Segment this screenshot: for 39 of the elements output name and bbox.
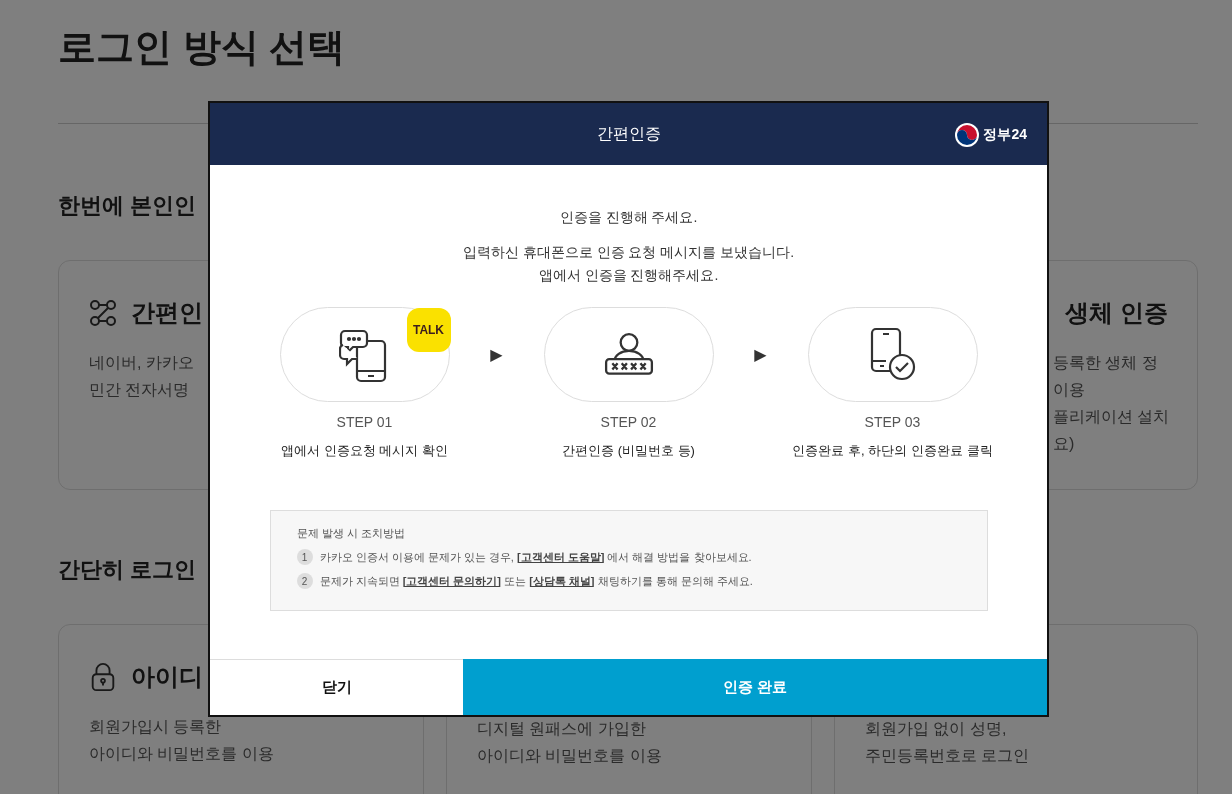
section-heading: 간단히 로그인 [58,556,197,584]
step-label: STEP 03 [864,414,921,430]
step-description: 인증완료 후, 하단의 인증완료 클릭 [792,442,993,460]
section-heading: 한번에 본인인 [58,192,197,220]
card-description: 회원가입시 등록한 [89,717,223,737]
card-description: 플리케이션 설치 [1053,407,1167,427]
instruction-text: 인증을 진행해 주세요. [559,209,698,227]
help-title: 문제 발생 시 조치방법 [296,526,406,541]
help-text: 문제가 지속되면 [319,573,401,589]
help-text: 또는 [503,573,528,589]
step-description: 간편인증 (비밀번호 등) [562,442,695,460]
step-number: 1 [296,549,313,565]
card-description: 디지털 원패스에 가입한 [477,719,647,739]
message-text: 입력하신 휴대폰으로 인증 요청 메시지를 보냈습니다. 앱에서 인증을 진행해주세요. [462,243,795,285]
page-title: 로그인 방식 선택 [58,25,347,70]
card-description: 회원가입 없이 성명, [865,719,1008,739]
card-description: 아이디와 비밀번호를 이용 [477,746,663,766]
help-text: 에서 해결 방법을 찾아보세요. [606,549,752,565]
step-label: STEP 01 [336,414,393,430]
card-description: 아이디와 비밀번호를 이용 [89,744,275,764]
card-title: 아이디 [131,662,203,692]
card-description: 네이버, 카카오 [89,353,195,373]
card-description: 이용 [1053,380,1086,400]
card-description: 요) [1053,434,1076,454]
step-description: 앱에서 인증요청 메시지 확인 [281,442,448,460]
card-description: 주민등록번호로 로그인 [865,746,1031,766]
step-arrow: ▶ [753,345,768,365]
card-description: 등록한 생체 정 [1053,353,1159,373]
help-text: 카카오 인증서 이용에 문제가 있는 경우, [319,549,515,565]
step-number: 2 [296,573,313,589]
card-title: 생체 인증 [1065,298,1168,328]
card-description: 민간 전자서명 [89,380,191,400]
step-arrow: ▶ [489,345,504,365]
help-text: 채팅하기를 통해 문의해 주세요. [596,573,753,589]
logo-text: 정부24 [983,126,1027,144]
dialog-title: 간편인증 [596,123,661,144]
card-title: 간편인 [131,298,203,328]
talk-badge: TALK [406,308,451,352]
step-label: STEP 02 [600,414,657,430]
